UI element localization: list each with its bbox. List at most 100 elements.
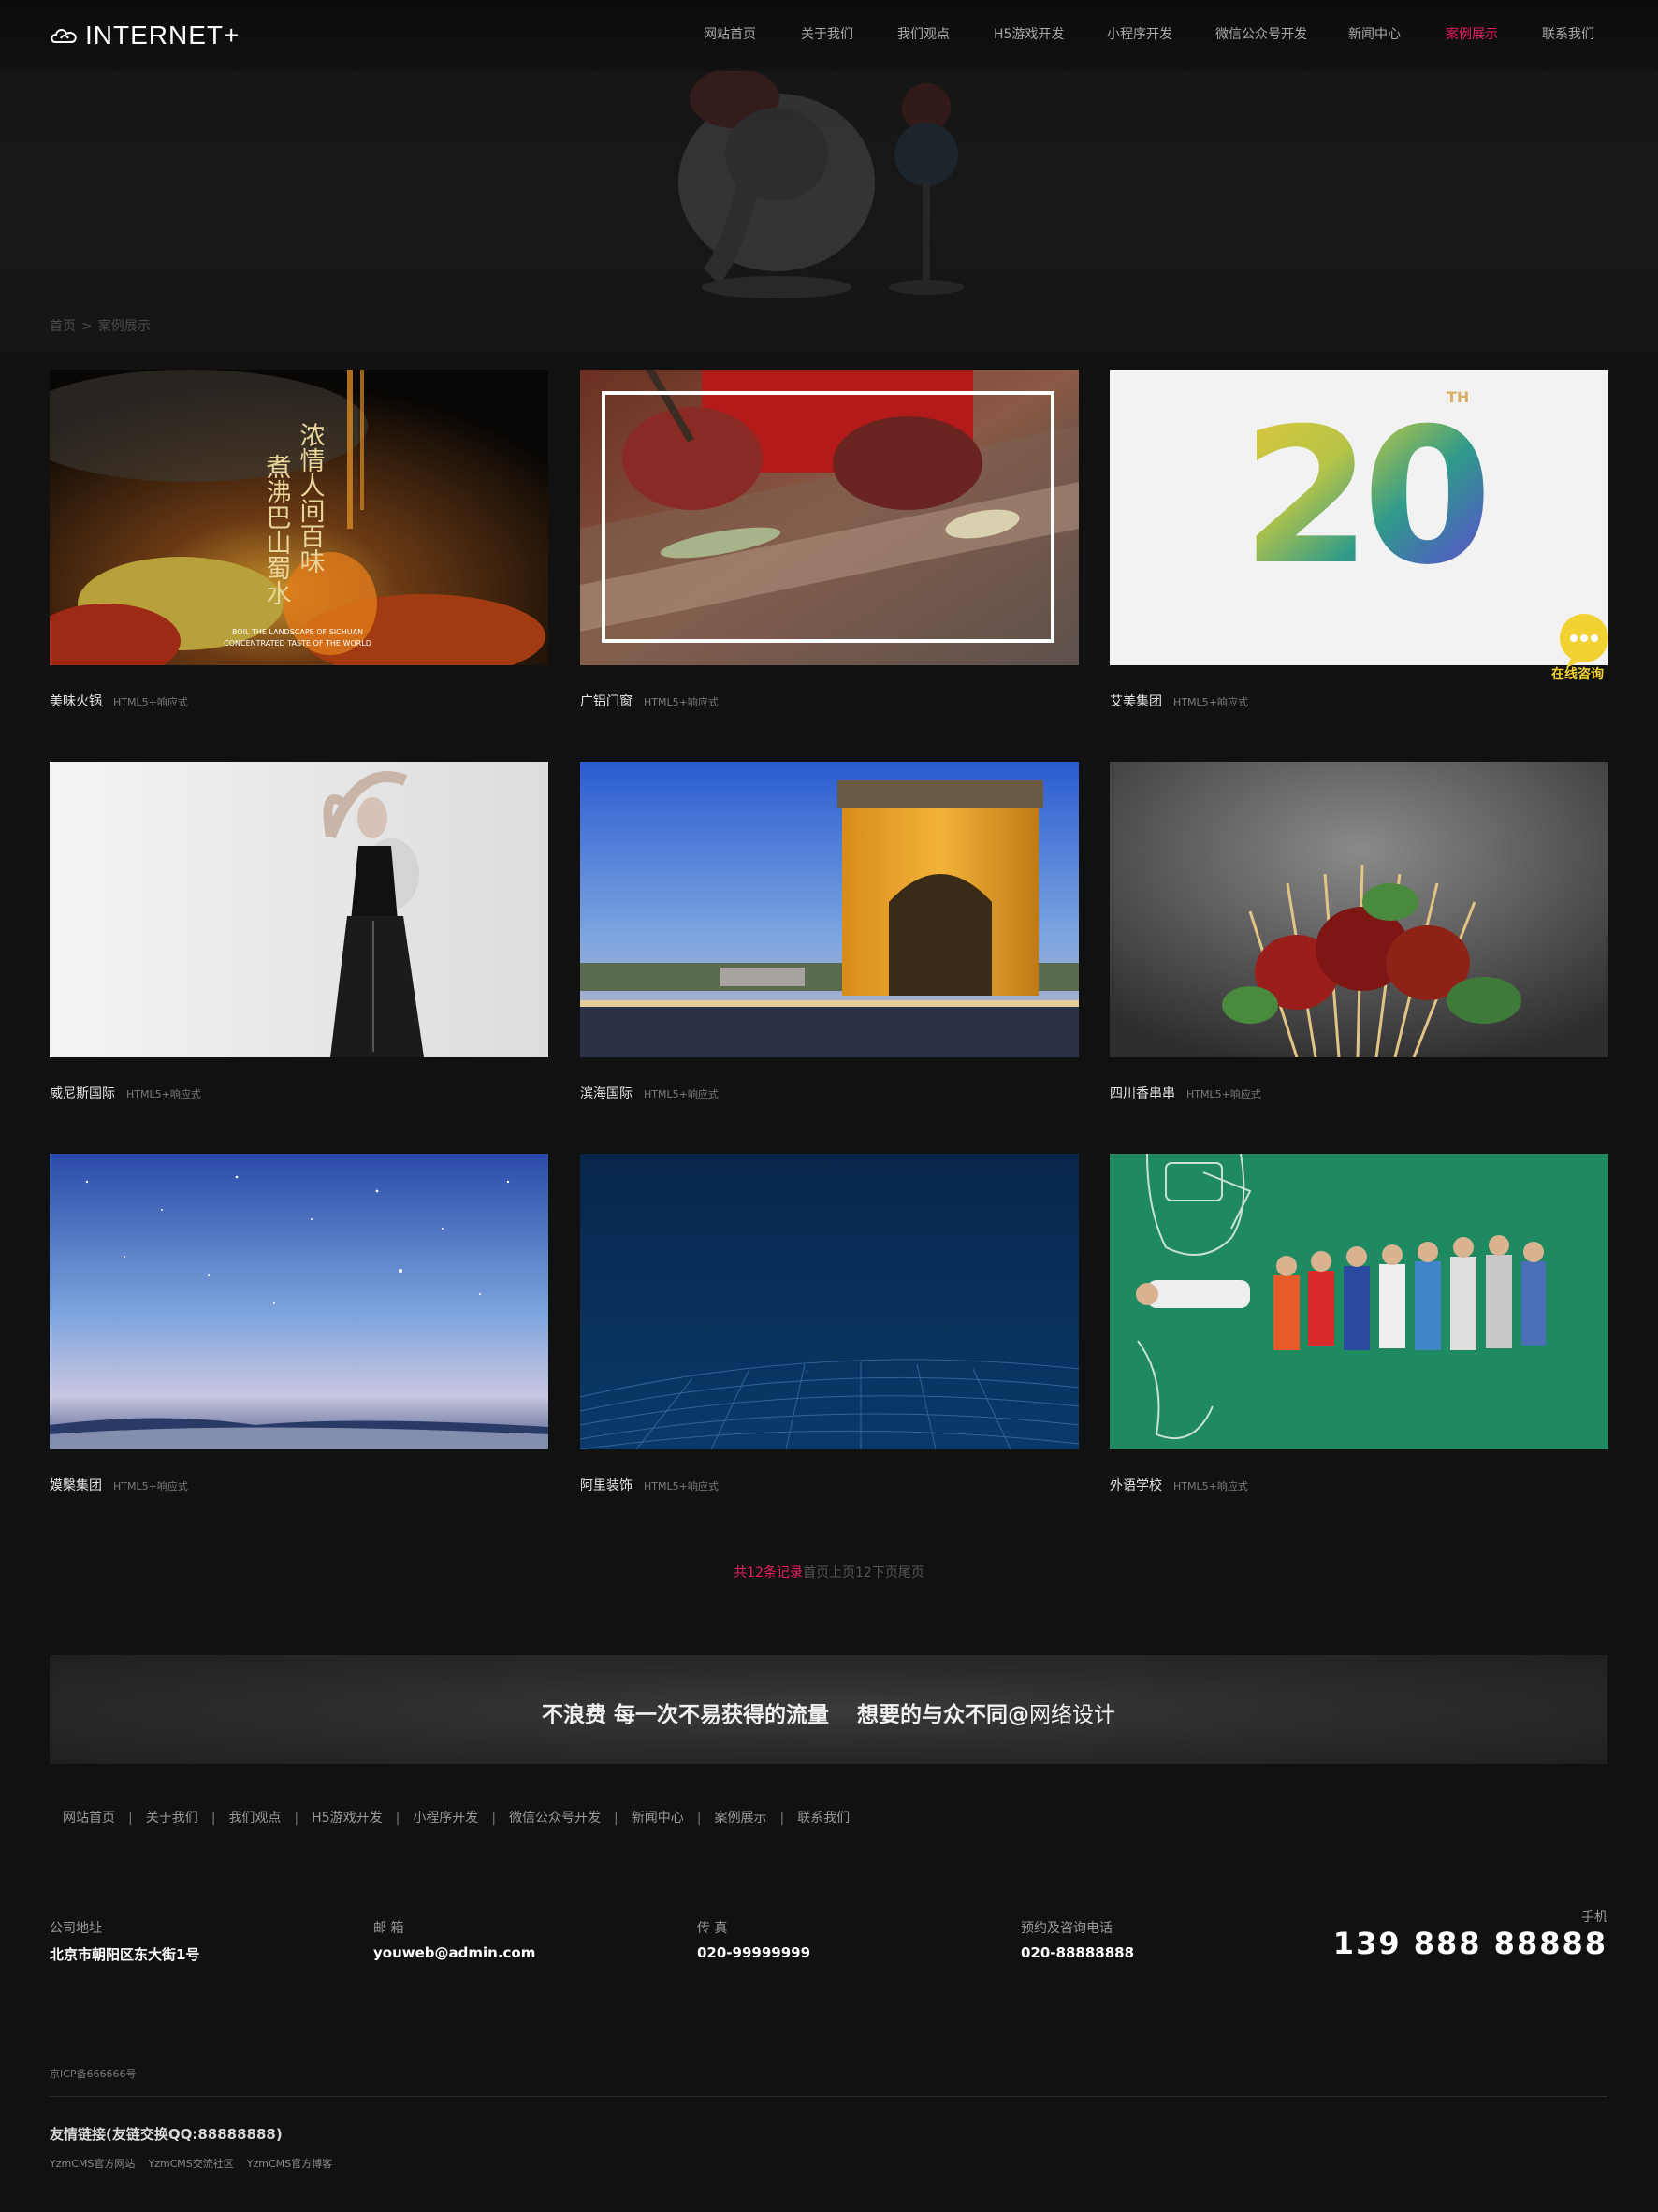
case-title[interactable]: 阿里装饰 [580, 1478, 633, 1493]
case-tag: HTML5+响应式 [1173, 1480, 1248, 1492]
slogan-part1: 不浪费 每一次不易获得的流量 [541, 1703, 829, 1727]
contact-value: 020-99999999 [697, 1944, 811, 1961]
footer-nav: 网站首页 | 关于我们 | 我们观点 | H5游戏开发 | 小程序开发 | 微信公众号开发 | 新闻中心… [63, 1811, 851, 1826]
case-tag: HTML5+响应式 [644, 1480, 719, 1492]
pagination-prev[interactable]: 上页 [829, 1565, 855, 1580]
case-title[interactable]: 美味火锅 [50, 694, 102, 709]
case-tag: HTML5+响应式 [1186, 1088, 1261, 1100]
case-tag: HTML5+响应式 [113, 696, 188, 708]
hotpot-image: 浓情人间百味 煮沸巴山蜀水 BOIL THE LANDSCAPE OF SICH… [50, 370, 548, 665]
case-caption: 滨海国际 HTML5+响应式 [580, 1084, 719, 1102]
nav-item-cases[interactable]: 案例展示 [1446, 24, 1498, 43]
friend-link[interactable]: YzmCMS官方博客 [247, 2158, 332, 2170]
anniversary-suffix: TH [1447, 388, 1469, 406]
starry-sky-image [50, 1154, 548, 1449]
contact-value[interactable]: youweb@admin.com [373, 1944, 535, 1961]
contact-address: 公司地址 北京市朝阳区东大街1号 [50, 1918, 199, 1964]
case-tag: HTML5+响应式 [644, 696, 719, 708]
nav-item-about[interactable]: 关于我们 [801, 24, 853, 43]
contact-label: 传 真 [697, 1921, 728, 1936]
fashion-model-image [50, 762, 548, 1057]
footer-link-news[interactable]: 新闻中心 [632, 1811, 684, 1826]
hotpot-en-line1: BOIL THE LANDSCAPE OF SICHUAN [232, 628, 363, 636]
hotpot-slogan-line2: 煮沸巴山蜀水 [262, 454, 292, 605]
contact-label: 邮 箱 [373, 1921, 404, 1936]
footer-link-contact[interactable]: 联系我们 [797, 1811, 850, 1826]
case-thumbnail[interactable]: 20 TH [1110, 370, 1608, 665]
contact-value: 北京市朝阳区东大街1号 [50, 1946, 200, 1963]
case-title[interactable]: 滨海国际 [580, 1086, 633, 1101]
icp-license[interactable]: 京ICP备666666号 [50, 2066, 137, 2081]
contact-label: 预约及咨询电话 [1021, 1921, 1113, 1936]
painting-hands-image [580, 370, 1079, 665]
pagination-last[interactable]: 尾页 [898, 1565, 924, 1580]
case-thumbnail[interactable] [1110, 1154, 1608, 1449]
breadcrumb: 首页 > 案例展示 [50, 316, 156, 335]
friend-links-title: 友情链接(友链交换QQ:88888888) [50, 2126, 283, 2143]
footer-link-wechat[interactable]: 微信公众号开发 [509, 1811, 601, 1826]
case-thumbnail[interactable] [580, 1154, 1079, 1449]
footer-link-about[interactable]: 关于我们 [146, 1811, 198, 1826]
footer-link-home[interactable]: 网站首页 [63, 1811, 115, 1826]
nav-item-wechat[interactable]: 微信公众号开发 [1215, 24, 1307, 43]
case-thumbnail[interactable] [50, 1154, 548, 1449]
nav-item-views[interactable]: 我们观点 [897, 24, 950, 43]
breadcrumb-home[interactable]: 首页 [50, 319, 76, 334]
case-thumbnail[interactable] [580, 762, 1079, 1057]
case-title[interactable]: 广铝门窗 [580, 694, 633, 709]
case-thumbnail[interactable] [580, 370, 1079, 665]
case-thumbnail[interactable] [1110, 762, 1608, 1057]
case-thumbnail[interactable]: 浓情人间百味 煮沸巴山蜀水 BOIL THE LANDSCAPE OF SICH… [50, 370, 548, 665]
nav-item-contact[interactable]: 联系我们 [1542, 24, 1594, 43]
friend-link[interactable]: YzmCMS交流社区 [148, 2158, 233, 2170]
nav-item-h5-games[interactable]: H5游戏开发 [994, 24, 1064, 43]
header: INTERNET+ 网站首页 关于我们 我们观点 H5游戏开发 小程序开发 微信… [0, 0, 1658, 71]
chat-label[interactable]: 在线咨询 [1551, 664, 1604, 683]
footer-divider [50, 2096, 1607, 2097]
footer-link-views[interactable]: 我们观点 [228, 1811, 281, 1826]
skewers-image [1110, 762, 1608, 1057]
slogan-part3: 网络设计 [1029, 1703, 1115, 1727]
pagination-next[interactable]: 下页 [872, 1565, 898, 1580]
friend-links: YzmCMS官方网站 YzmCMS交流社区 YzmCMS官方博客 [50, 2156, 345, 2171]
main-nav: 网站首页 关于我们 我们观点 H5游戏开发 小程序开发 微信公众号开发 新闻中心… [0, 24, 1658, 47]
case-caption: 嫫檕集团 HTML5+响应式 [50, 1476, 188, 1494]
mobile-label: 手机 [1581, 1910, 1607, 1925]
case-title[interactable]: 威尼斯国际 [50, 1086, 115, 1101]
case-caption: 美味火锅 HTML5+响应式 [50, 691, 188, 710]
case-caption: 外语学校 HTML5+响应式 [1110, 1476, 1248, 1494]
pagination-pages[interactable]: 12 [855, 1565, 872, 1580]
elephant-rooster-illustration [678, 68, 964, 298]
case-title[interactable]: 艾美集团 [1110, 694, 1162, 709]
hotpot-en-line2: CONCENTRATED TASTE OF THE WORLD [224, 639, 371, 648]
hotpot-slogan-line1: 浓情人间百味 [296, 422, 326, 574]
footer-link-cases[interactable]: 案例展示 [714, 1811, 766, 1826]
pagination-total: 共12条记录 [734, 1565, 803, 1580]
case-caption: 威尼斯国际 HTML5+响应式 [50, 1084, 201, 1102]
case-caption: 四川香串串 HTML5+响应式 [1110, 1084, 1261, 1102]
case-title[interactable]: 四川香串串 [1110, 1086, 1175, 1101]
case-tag: HTML5+响应式 [644, 1088, 719, 1100]
friend-link[interactable]: YzmCMS官方网站 [50, 2158, 135, 2170]
nav-item-news[interactable]: 新闻中心 [1348, 24, 1401, 43]
case-tag: HTML5+响应式 [126, 1088, 201, 1100]
pagination-first[interactable]: 首页 [803, 1565, 829, 1580]
case-tag: HTML5+响应式 [113, 1480, 188, 1492]
mobile-number: 139 888 88888 [1332, 1926, 1607, 1961]
slogan-text: 不浪费 每一次不易获得的流量 想要的与众不同@网络设计 [50, 1696, 1607, 1728]
footer-link-mini-program[interactable]: 小程序开发 [413, 1811, 478, 1826]
case-title[interactable]: 嫫檕集团 [50, 1478, 102, 1493]
case-thumbnail[interactable] [50, 762, 548, 1057]
slogan-part2: 想要的与众不同@ [857, 1703, 1029, 1727]
footer-link-h5-games[interactable]: H5游戏开发 [312, 1811, 382, 1826]
case-tag: HTML5+响应式 [1173, 696, 1248, 708]
breadcrumb-separator: > [81, 319, 93, 334]
case-title[interactable]: 外语学校 [1110, 1478, 1162, 1493]
nav-item-home[interactable]: 网站首页 [704, 24, 756, 43]
nav-item-mini-program[interactable]: 小程序开发 [1107, 24, 1172, 43]
page: INTERNET+ 网站首页 关于我们 我们观点 H5游戏开发 小程序开发 微信… [0, 0, 1658, 2212]
case-caption: 广铝门窗 HTML5+响应式 [580, 691, 719, 710]
twentieth-anniversary-image: 20 TH [1110, 370, 1608, 665]
breadcrumb-current: 案例展示 [97, 319, 151, 334]
contact-email: 邮 箱 youweb@admin.com [373, 1918, 535, 1961]
